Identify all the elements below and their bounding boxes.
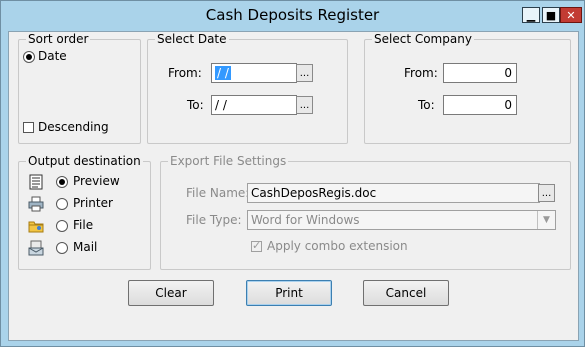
select-company-legend: Select Company: [372, 32, 474, 46]
apply-combo-extension-checkbox[interactable]: [251, 239, 262, 252]
select-date-group: Select Date From: / / ... To: / / ...: [147, 32, 348, 144]
date-to-picker-button[interactable]: ...: [296, 96, 313, 114]
select-date-legend: Select Date: [155, 32, 229, 46]
export-file-settings-group: Export File Settings File Name: CashDepo…: [160, 154, 571, 270]
title-bar[interactable]: Cash Deposits Register ▁ ■ ✕: [1, 1, 584, 31]
company-to-input[interactable]: 0: [443, 95, 517, 115]
company-to-label: To:: [418, 98, 435, 112]
sort-order-legend: Sort order: [26, 32, 91, 46]
file-name-input[interactable]: CashDeposRegis.doc: [247, 183, 540, 203]
sort-date-label: Date: [38, 49, 67, 63]
output-file-radio[interactable]: [56, 220, 68, 232]
file-name-browse-button[interactable]: ...: [538, 184, 555, 202]
output-mail-label: Mail: [73, 240, 98, 254]
cancel-button[interactable]: Cancel: [363, 280, 449, 306]
date-from-picker-button[interactable]: ...: [296, 64, 313, 82]
output-mail-radio[interactable]: [56, 242, 68, 254]
output-preview-label: Preview: [73, 174, 120, 188]
export-settings-legend: Export File Settings: [168, 154, 289, 168]
minimize-button[interactable]: ▁: [522, 7, 540, 23]
sort-date-radio[interactable]: [23, 51, 35, 63]
output-printer-label: Printer: [73, 196, 113, 210]
maximize-icon: ■: [545, 8, 557, 22]
file-type-select[interactable]: Word for Windows ▼: [247, 210, 556, 230]
file-type-value: Word for Windows: [251, 213, 360, 227]
output-preview-radio[interactable]: [56, 176, 68, 188]
mail-icon: [28, 240, 44, 256]
select-company-group: Select Company From: 0 To: 0: [364, 32, 571, 144]
preview-icon: [29, 174, 43, 190]
apply-combo-extension-label: Apply combo extension: [267, 239, 408, 253]
clear-button[interactable]: Clear: [128, 280, 214, 306]
date-to-input[interactable]: / /: [211, 95, 297, 115]
file-name-value: CashDeposRegis.doc: [251, 186, 377, 200]
dialog-body: Sort order Date Descending Select Date F…: [8, 31, 579, 341]
chevron-down-icon: ▼: [537, 211, 555, 229]
print-button[interactable]: Print: [246, 280, 332, 306]
output-printer-radio[interactable]: [56, 198, 68, 210]
date-from-value: / /: [215, 66, 231, 80]
descending-checkbox[interactable]: [23, 122, 34, 133]
sort-order-group: Sort order Date Descending: [18, 32, 141, 144]
minimize-icon: ▁: [526, 8, 536, 22]
date-from-label: From:: [168, 66, 202, 80]
company-from-label: From:: [404, 66, 438, 80]
company-from-input[interactable]: 0: [443, 63, 517, 83]
output-destination-legend: Output destination: [26, 154, 143, 168]
close-button[interactable]: ✕: [560, 7, 582, 23]
window-title: Cash Deposits Register: [205, 6, 380, 24]
company-to-value: 0: [504, 98, 512, 112]
file-name-label: File Name:: [186, 186, 250, 200]
date-from-input[interactable]: / /: [211, 63, 297, 83]
dialog-window: Cash Deposits Register ▁ ■ ✕ Sort order …: [0, 0, 585, 347]
folder-icon: [28, 221, 44, 233]
close-icon: ✕: [566, 8, 576, 22]
date-to-label: To:: [187, 98, 204, 112]
file-type-label: File Type:: [186, 213, 242, 227]
descending-label: Descending: [38, 120, 109, 134]
date-to-value: / /: [215, 98, 227, 112]
output-destination-group: Output destination Preview Printer File …: [18, 154, 151, 270]
output-file-label: File: [73, 218, 94, 232]
printer-icon: [28, 196, 44, 212]
company-from-value: 0: [504, 66, 512, 80]
maximize-button[interactable]: ■: [542, 7, 560, 23]
